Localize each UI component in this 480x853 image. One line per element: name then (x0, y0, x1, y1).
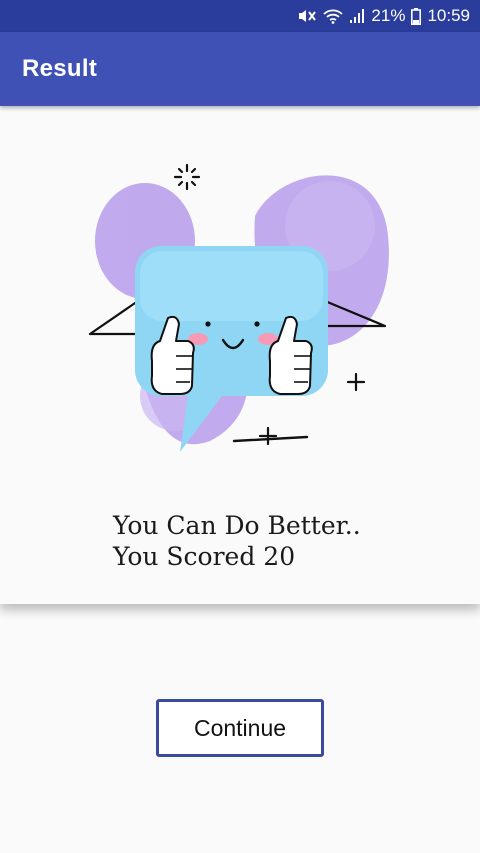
battery-icon (411, 7, 422, 25)
continue-button[interactable]: Continue (156, 699, 324, 757)
app-bar: Result (0, 32, 480, 106)
sparkle-icon (173, 163, 201, 191)
mute-icon (297, 8, 317, 24)
signal-icon (349, 8, 365, 24)
wifi-icon (323, 8, 344, 24)
score-text: You Scored 20 (113, 542, 296, 571)
result-message: You Can Do Better.. You Scored 20 (113, 510, 361, 572)
status-time: 10:59 (427, 6, 470, 25)
result-card: You Can Do Better.. You Scored 20 (0, 106, 480, 604)
battery-percent: 21% (371, 6, 406, 25)
status-bar: 21% 10:59 (0, 0, 480, 32)
happy-speech-bubble-thumbs-up-icon (88, 163, 389, 452)
page-title: Result (22, 55, 98, 82)
feedback-text: You Can Do Better.. (113, 511, 361, 540)
